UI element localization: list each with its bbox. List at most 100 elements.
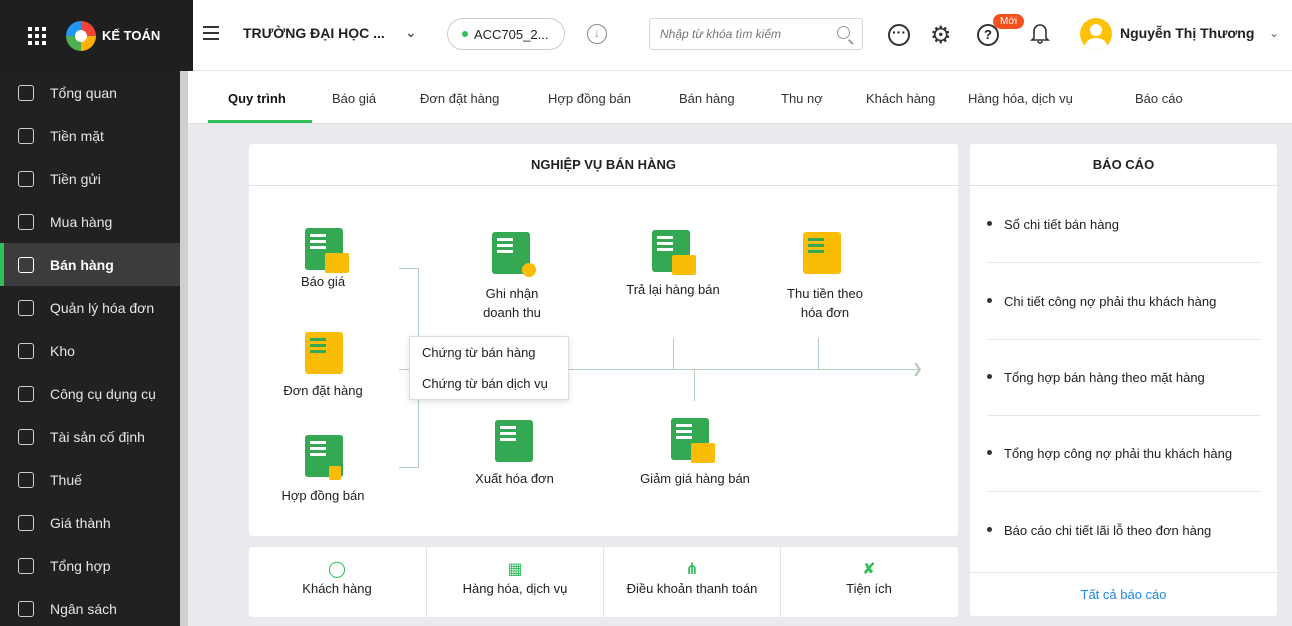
tab-goods-services[interactable]: Hàng hóa, dịch vụ	[968, 91, 1073, 106]
report-link[interactable]: Tổng hợp bán hàng theo mặt hàng	[987, 370, 1205, 385]
report-link[interactable]: Báo cáo chi tiết lãi lỗ theo đơn hàng	[987, 523, 1211, 538]
sidebar-item-label: Mua hàng	[50, 213, 113, 230]
sidebar-item-overview[interactable]: Tổng quan	[0, 71, 180, 114]
search-icon[interactable]	[837, 26, 850, 39]
invoice-icon[interactable]	[495, 420, 533, 462]
sidebar-item-budget[interactable]: Ngân sách	[0, 587, 180, 626]
overview-icon	[18, 84, 34, 101]
shopping-bag-icon	[18, 213, 34, 230]
sidebar-item-label: Tiền mặt	[50, 127, 104, 144]
tag-icon	[18, 514, 34, 531]
util-tools[interactable]: ✘ Tiện ích	[781, 547, 957, 617]
step-sales-return[interactable]: Trả lại hàng bán	[608, 280, 738, 299]
order-icon[interactable]	[305, 332, 343, 374]
search-input[interactable]	[650, 19, 826, 49]
tab-reports[interactable]: Báo cáo	[1135, 91, 1183, 106]
all-reports-link[interactable]: Tất cả báo cáo	[970, 572, 1277, 616]
tab-process[interactable]: Quy trình	[228, 91, 286, 106]
step-collection[interactable]: Thu tiền theo hóa đơn	[770, 284, 880, 322]
step-invoice[interactable]: Xuất hóa đơn	[462, 469, 567, 488]
sidebar-item-label: Bán hàng	[50, 256, 114, 273]
process-panel: NGHIỆP VỤ BÁN HÀNG	[249, 144, 958, 536]
menu-toggle-icon[interactable]	[203, 26, 219, 40]
contract-icon[interactable]	[305, 435, 343, 480]
sidebar-item-costing[interactable]: Giá thành	[0, 501, 180, 544]
report-link[interactable]: Tổng hợp công nợ phải thu khách hàng	[987, 446, 1232, 461]
user-name[interactable]: Nguyễn Thị Thương	[1120, 25, 1254, 41]
tools-icon: ✘	[862, 561, 876, 578]
tab-customers[interactable]: Khách hàng	[866, 91, 935, 106]
revenue-icon[interactable]	[492, 232, 536, 277]
sidebar-item-fixed-assets[interactable]: Tài sản cố định	[0, 415, 180, 458]
sidebar-item-label: Quản lý hóa đơn	[50, 299, 155, 316]
sidebar-scrollbar[interactable]	[180, 71, 188, 626]
download-icon[interactable]: ↓	[587, 24, 607, 44]
tab-collections[interactable]: Thu nợ	[781, 91, 823, 106]
step-quote[interactable]: Báo giá	[278, 272, 368, 291]
sidebar-item-tools[interactable]: Công cụ dụng cụ	[0, 372, 180, 415]
flow-line	[399, 467, 419, 468]
org-name[interactable]: TRƯỜNG ĐẠI HỌC ...	[243, 25, 385, 41]
step-collection-line1: Thu tiền theo	[787, 286, 863, 301]
step-contract[interactable]: Hợp đồng bán	[278, 486, 368, 505]
report-link[interactable]: Sổ chi tiết bán hàng	[987, 217, 1119, 232]
sidebar-item-invoices[interactable]: Quản lý hóa đơn	[0, 286, 180, 329]
tab-orders[interactable]: Đơn đặt hàng	[420, 91, 499, 106]
tax-building-icon	[18, 471, 34, 488]
report-link[interactable]: Chi tiết công nợ phải thu khách hàng	[987, 294, 1216, 309]
sidebar-item-tax[interactable]: Thuế	[0, 458, 180, 501]
menu-item-sales-voucher[interactable]: Chứng từ bán hàng	[410, 337, 568, 368]
sidebar-item-cash[interactable]: Tiền mặt	[0, 114, 180, 157]
cash-bag-icon	[18, 127, 34, 144]
sidebar-item-summary[interactable]: Tổng hợp	[0, 544, 180, 587]
sales-return-icon[interactable]	[652, 230, 696, 275]
process-title: NGHIỆP VỤ BÁN HÀNG	[249, 144, 958, 186]
gear-icon[interactable]: ⚙	[930, 21, 952, 50]
step-revenue[interactable]: Ghi nhận doanh thu	[462, 284, 562, 322]
app-logo-icon	[66, 20, 96, 51]
util-label: Tiện ích	[846, 581, 892, 596]
step-order[interactable]: Đơn đặt hàng	[278, 381, 368, 400]
tools-icon	[18, 385, 34, 402]
step-discount[interactable]: Giảm giá hàng bán	[625, 469, 765, 488]
payment-terms-icon: ⋔	[685, 561, 699, 578]
app-name[interactable]: KẾ TOÁN	[102, 28, 160, 43]
bell-icon[interactable]	[1030, 22, 1050, 44]
menu-item-service-voucher[interactable]: Chứng từ bán dịch vụ	[410, 368, 568, 399]
tab-sales[interactable]: Bán hàng	[679, 91, 735, 106]
flow-line	[818, 338, 819, 369]
app-grid-icon[interactable]	[28, 26, 46, 45]
avatar[interactable]	[1080, 18, 1112, 50]
sales-discount-icon[interactable]	[671, 418, 715, 463]
chevron-down-icon[interactable]: ⌄	[1269, 26, 1279, 40]
tab-bar: Quy trình Báo giá Đơn đặt hàng Hợp đồng …	[188, 71, 1292, 124]
payment-collection-icon[interactable]	[803, 232, 841, 274]
util-customers[interactable]: ◯ Khách hàng	[249, 547, 425, 617]
sidebar-item-label: Kho	[50, 342, 75, 359]
goods-icon: ▦	[507, 561, 523, 578]
util-label: Khách hàng	[302, 581, 372, 596]
sidebar-item-sales[interactable]: Bán hàng	[0, 243, 180, 286]
util-label: Hàng hóa, dịch vụ	[462, 581, 568, 596]
document-icon	[18, 299, 34, 316]
chevron-down-icon[interactable]: ⌄	[405, 24, 417, 41]
util-goods-services[interactable]: ▦ Hàng hóa, dịch vụ	[427, 547, 603, 617]
step-revenue-line1: Ghi nhận	[485, 286, 539, 301]
car-icon	[18, 428, 34, 445]
sidebar-item-deposit[interactable]: Tiền gửi	[0, 157, 180, 200]
account-selector[interactable]: ACC705_2...	[447, 18, 565, 50]
sidebar-item-warehouse[interactable]: Kho	[0, 329, 180, 372]
util-payment-terms[interactable]: ⋔ Điều khoản thanh toán	[604, 547, 780, 617]
tab-contracts[interactable]: Hợp đồng bán	[548, 91, 631, 106]
more-chat-icon[interactable]: ···	[888, 24, 910, 46]
tab-quotes[interactable]: Báo giá	[332, 91, 376, 106]
divider	[987, 339, 1261, 340]
sidebar-item-label: Tiền gửi	[50, 170, 101, 187]
ledger-icon	[18, 557, 34, 574]
sidebar-item-purchase[interactable]: Mua hàng	[0, 200, 180, 243]
sidebar-item-label: Giá thành	[50, 514, 111, 531]
status-dot-icon	[462, 31, 468, 37]
step-revenue-line2: doanh thu	[483, 305, 541, 320]
quote-icon[interactable]	[305, 228, 349, 273]
divider	[987, 262, 1261, 263]
